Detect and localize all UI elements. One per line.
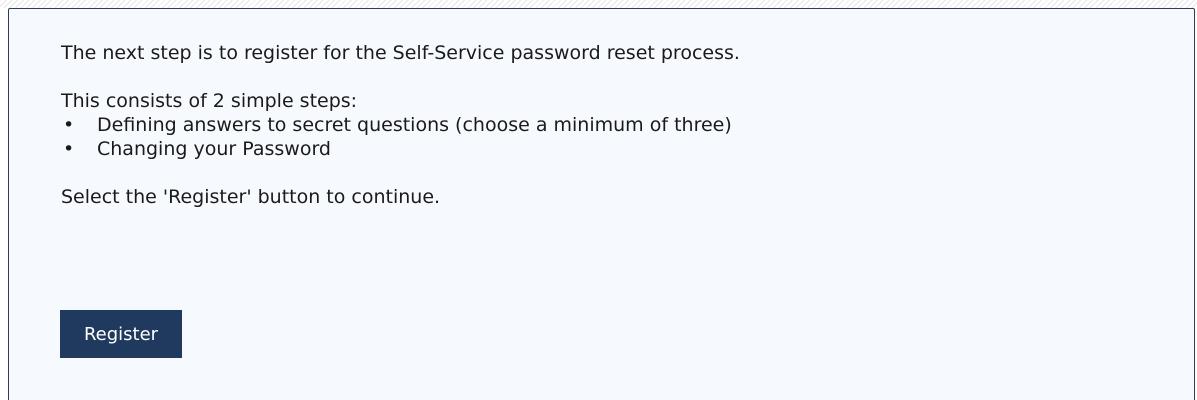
bullet-icon: • xyxy=(63,114,75,136)
step-label-change-password: Changing your Password xyxy=(97,138,331,160)
panel-content: The next step is to register for the Sel… xyxy=(61,41,821,209)
steps-list: • Defining answers to secret questions (… xyxy=(61,113,961,161)
registration-panel: The next step is to register for the Sel… xyxy=(8,8,1195,400)
step-label-secret-questions: Defining answers to secret questions (ch… xyxy=(97,114,732,136)
instruction-text: Select the 'Register' button to continue… xyxy=(61,186,441,208)
register-button[interactable]: Register xyxy=(60,310,182,358)
steps-heading: This consists of 2 simple steps: xyxy=(61,90,358,112)
list-item: • Defining answers to secret questions (… xyxy=(61,113,961,137)
intro-text: The next step is to register for the Sel… xyxy=(61,42,740,64)
list-item: • Changing your Password xyxy=(61,137,961,161)
bullet-icon: • xyxy=(63,138,75,160)
top-hatched-strip xyxy=(0,0,1197,8)
